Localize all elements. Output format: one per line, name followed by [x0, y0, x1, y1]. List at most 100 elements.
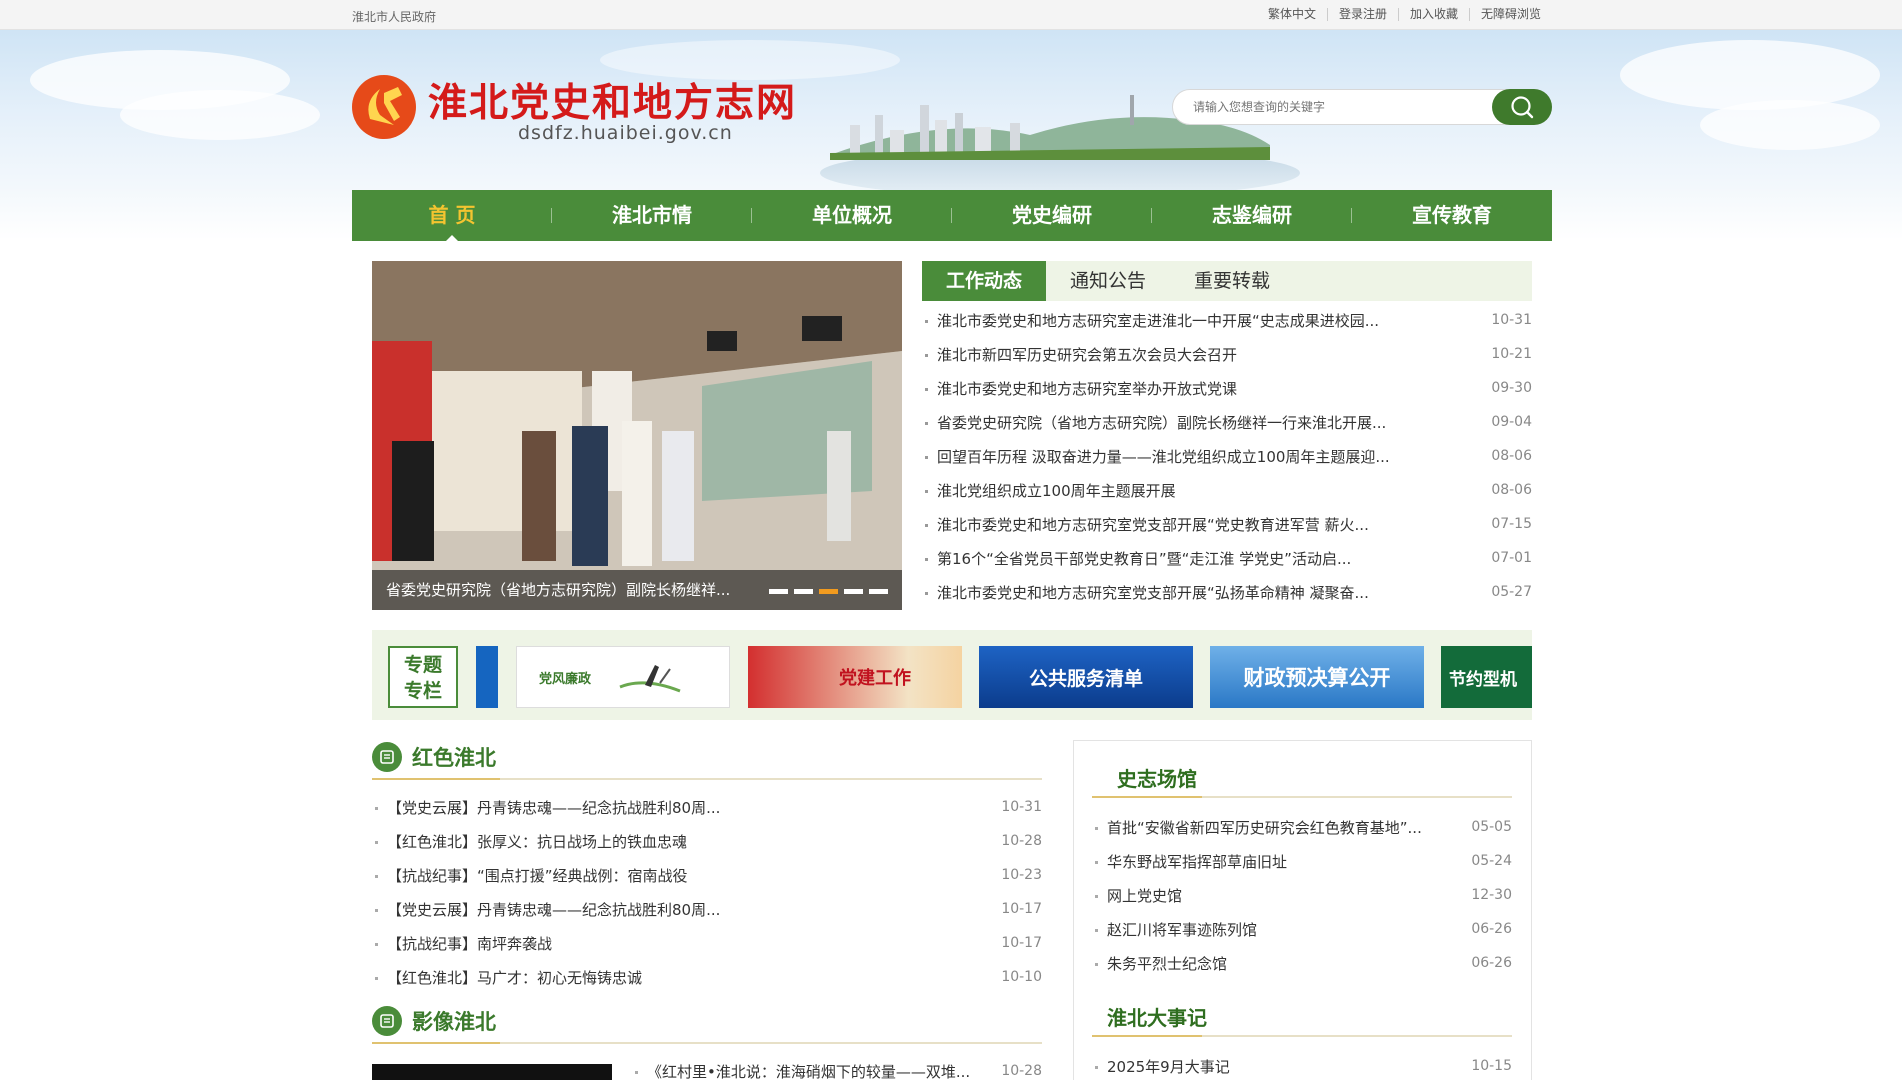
- video-list: 《红村里•淮北说：淮海硝烟下的较量——双堆... 10-28: [632, 1054, 1042, 1088]
- carousel-dot-active[interactable]: [819, 589, 838, 594]
- list-item[interactable]: 朱务平烈士纪念馆 06-26: [1092, 946, 1512, 980]
- banner-fiscal-budget[interactable]: 财政预决算公开: [1210, 646, 1424, 708]
- item-title[interactable]: 首批“安徽省新四军历史研究会红色教育基地”...: [1107, 819, 1422, 837]
- item-date: 09-30: [1491, 380, 1532, 396]
- list-item[interactable]: 【红色淮北】张厚义：抗日战场上的铁血忠魂 10-28: [372, 824, 1042, 858]
- item-date: 10-28: [1001, 1063, 1042, 1079]
- news-item[interactable]: 淮北市新四军历史研究会第五次会员大会召开 10-21: [922, 337, 1532, 371]
- banner-clean-governance[interactable]: 党风廉政: [516, 646, 730, 708]
- list-item[interactable]: 首批“安徽省新四军历史研究会红色教育基地”... 05-05: [1092, 810, 1512, 844]
- list-item[interactable]: 2025年9月大事记 10-15: [1092, 1049, 1512, 1083]
- item-title[interactable]: 第16个“全省党员干部党史教育日”暨“走江淮 学党史”活动启...: [937, 550, 1351, 568]
- top-links: 繁体中文 登录注册 加入收藏 无障碍浏览: [1257, 8, 1552, 21]
- bullet-icon: [635, 1070, 638, 1074]
- tab-notices[interactable]: 通知公告: [1046, 261, 1170, 301]
- venues-heading[interactable]: 史志场馆: [1117, 763, 1197, 792]
- tab-reposts[interactable]: 重要转载: [1170, 261, 1294, 301]
- item-title[interactable]: 华东野战军指挥部草庙旧址: [1107, 853, 1287, 871]
- red-huaibei-heading[interactable]: 红色淮北: [372, 742, 496, 772]
- news-item[interactable]: 淮北市委党史和地方志研究室走进淮北一中开展“史志成果进校园... 10-31: [922, 303, 1532, 337]
- carousel-dot[interactable]: [794, 589, 813, 594]
- item-date: 05-05: [1471, 819, 1512, 835]
- nav-city-info[interactable]: 淮北市情: [552, 190, 752, 241]
- nav-home[interactable]: 首 页: [352, 190, 552, 241]
- carousel-photo: [372, 261, 902, 610]
- item-title[interactable]: 网上党史馆: [1107, 887, 1182, 905]
- news-list: 淮北市委党史和地方志研究室走进淮北一中开展“史志成果进校园... 10-31 淮北市…: [922, 303, 1532, 609]
- bullet-icon: [1095, 860, 1098, 864]
- accessibility-link[interactable]: 无障碍浏览: [1468, 8, 1552, 21]
- item-date: 05-27: [1491, 584, 1532, 600]
- search-input[interactable]: [1191, 99, 1481, 115]
- list-item[interactable]: 【抗战纪事】“围点打援”经典战例：宿南战役 10-23: [372, 858, 1042, 892]
- item-title[interactable]: 省委党史研究院（省地方志研究院）副院长杨继祥一行来淮北开展...: [937, 414, 1386, 432]
- list-item[interactable]: 【抗战纪事】南坪奔袭战 10-17: [372, 926, 1042, 960]
- item-title[interactable]: 《红村里•淮北说：淮海硝烟下的较量——双堆...: [647, 1063, 970, 1081]
- bullet-icon: [1095, 894, 1098, 898]
- bullet-icon: [375, 806, 378, 810]
- news-item[interactable]: 淮北市委党史和地方志研究室党支部开展“党史教育进军营 薪火... 07-15: [922, 507, 1532, 541]
- video-thumbnail[interactable]: [372, 1064, 612, 1080]
- list-item[interactable]: 华东野战军指挥部草庙旧址 05-24: [1092, 844, 1512, 878]
- login-register-link[interactable]: 登录注册: [1326, 8, 1398, 21]
- banner-conservation[interactable]: 节约型机: [1441, 646, 1532, 708]
- item-date: 10-10: [1001, 969, 1042, 985]
- traditional-chinese-link[interactable]: 繁体中文: [1257, 8, 1327, 21]
- news-carousel[interactable]: 省委党史研究院（省地方志研究院）副院长杨继祥...: [372, 261, 902, 610]
- news-item[interactable]: 淮北党组织成立100周年主题展开展 08-06: [922, 473, 1532, 507]
- item-date: 10-21: [1491, 346, 1532, 362]
- carousel-dot[interactable]: [869, 589, 888, 594]
- item-title[interactable]: 淮北市委党史和地方志研究室党支部开展“党史教育进军营 薪火...: [937, 516, 1369, 534]
- item-title[interactable]: 回望百年历程 汲取奋进力量——淮北党组织成立100周年主题展迎...: [937, 448, 1390, 466]
- item-title[interactable]: 【抗战纪事】南坪奔袭战: [387, 935, 552, 953]
- banner-public-services[interactable]: 公共服务清单: [979, 646, 1193, 708]
- gov-link[interactable]: 淮北市人民政府: [352, 8, 436, 25]
- news-item[interactable]: 淮北市委党史和地方志研究室党支部开展“弘扬革命精神 凝聚奋... 05-27: [922, 575, 1532, 609]
- bullet-icon: [1095, 962, 1098, 966]
- item-title[interactable]: 淮北市新四军历史研究会第五次会员大会召开: [937, 346, 1237, 364]
- bullet-icon: [375, 908, 378, 912]
- news-item[interactable]: 省委党史研究院（省地方志研究院）副院长杨继祥一行来淮北开展... 09-04: [922, 405, 1532, 439]
- list-item[interactable]: 网上党史馆 12-30: [1092, 878, 1512, 912]
- item-date: 10-17: [1001, 901, 1042, 917]
- item-title[interactable]: 【抗战纪事】“围点打援”经典战例：宿南战役: [387, 867, 688, 885]
- list-item[interactable]: 【红色淮北】马广才：初心无悔铸忠诚 10-10: [372, 960, 1042, 994]
- news-item[interactable]: 回望百年历程 汲取奋进力量——淮北党组织成立100周年主题展迎... 08-06: [922, 439, 1532, 473]
- search-button[interactable]: [1492, 89, 1552, 125]
- item-date: 06-26: [1471, 921, 1512, 937]
- nav-unit-overview[interactable]: 单位概况: [752, 190, 952, 241]
- news-item[interactable]: 第16个“全省党员干部党史教育日”暨“走江淮 学党史”活动启... 07-01: [922, 541, 1532, 575]
- site-url: dsdfz.huaibei.gov.cn: [518, 122, 733, 144]
- nav-chronicles[interactable]: 志鉴编研: [1152, 190, 1352, 241]
- news-item[interactable]: 淮北市委党史和地方志研究室举办开放式党课 09-30: [922, 371, 1532, 405]
- party-emblem-icon: [352, 75, 416, 139]
- nav-publicity[interactable]: 宣传教育: [1352, 190, 1552, 241]
- item-title[interactable]: 赵汇川将军事迹陈列馆: [1107, 921, 1257, 939]
- item-title[interactable]: 淮北市委党史和地方志研究室党支部开展“弘扬革命精神 凝聚奋...: [937, 584, 1369, 602]
- item-title[interactable]: 淮北市委党史和地方志研究室走进淮北一中开展“史志成果进校园...: [937, 312, 1379, 330]
- nav-party-history[interactable]: 党史编研: [952, 190, 1152, 241]
- list-item[interactable]: 赵汇川将军事迹陈列馆 06-26: [1092, 912, 1512, 946]
- carousel-dots: [769, 589, 888, 594]
- banner-party-building[interactable]: 党建工作: [748, 646, 962, 708]
- list-item[interactable]: 【党史云展】丹青铸忠魂——纪念抗战胜利80周... 10-17: [372, 892, 1042, 926]
- item-title[interactable]: 【党史云展】丹青铸忠魂——纪念抗战胜利80周...: [387, 799, 720, 817]
- item-title[interactable]: 淮北党组织成立100周年主题展开展: [937, 482, 1176, 500]
- video-huaibei-heading[interactable]: 影像淮北: [372, 1006, 496, 1036]
- banner-partial-blue[interactable]: [476, 646, 498, 708]
- events-heading[interactable]: 淮北大事记: [1107, 1002, 1207, 1031]
- item-title[interactable]: 朱务平烈士纪念馆: [1107, 955, 1227, 973]
- tab-work-news[interactable]: 工作动态: [922, 261, 1047, 301]
- list-item[interactable]: 《红村里•淮北说：淮海硝烟下的较量——双堆... 10-28: [632, 1054, 1042, 1088]
- list-item[interactable]: 【党史云展】丹青铸忠魂——纪念抗战胜利80周... 10-31: [372, 790, 1042, 824]
- carousel-dot[interactable]: [769, 589, 788, 594]
- item-title[interactable]: 【红色淮北】张厚义：抗日战场上的铁血忠魂: [387, 833, 687, 851]
- item-title[interactable]: 淮北市委党史和地方志研究室举办开放式党课: [937, 380, 1237, 398]
- carousel-dot[interactable]: [844, 589, 863, 594]
- item-date: 07-15: [1491, 516, 1532, 532]
- add-favorite-link[interactable]: 加入收藏: [1397, 8, 1469, 21]
- item-title[interactable]: 【红色淮北】马广才：初心无悔铸忠诚: [387, 969, 642, 987]
- special-column-label[interactable]: 专题 专栏: [388, 646, 458, 708]
- item-title[interactable]: 【党史云展】丹青铸忠魂——纪念抗战胜利80周...: [387, 901, 720, 919]
- item-title[interactable]: 2025年9月大事记: [1107, 1058, 1230, 1076]
